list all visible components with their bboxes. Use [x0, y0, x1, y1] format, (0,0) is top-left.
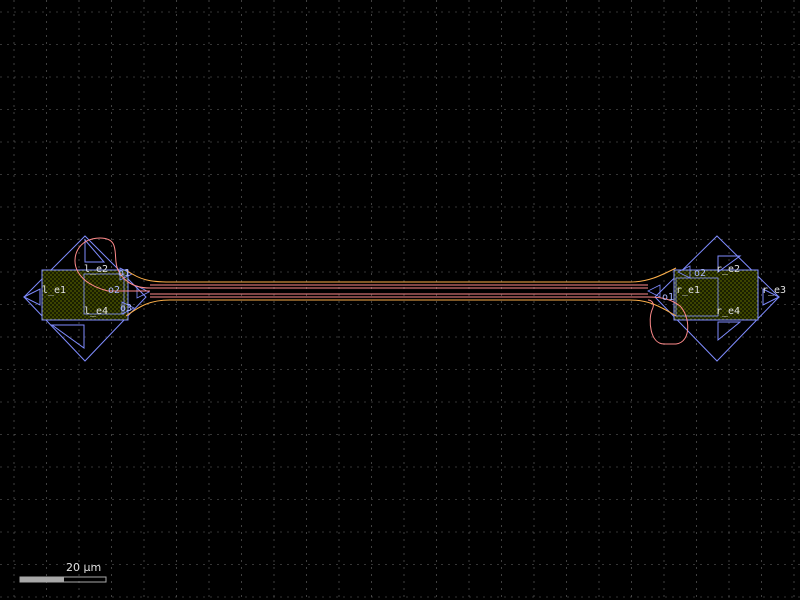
scale-bar: 20 µm	[19, 561, 107, 583]
label-right-o2: o2	[694, 268, 706, 279]
label-l-e2: l_e2	[84, 264, 108, 275]
scale-bar-label: 20 µm	[66, 561, 101, 574]
scale-bar-fill	[20, 577, 64, 582]
waveguide-orange-bottom[interactable]	[125, 299, 677, 317]
layout-canvas[interactable]: l_e1 l_e2 l_e4 o1 o2 o3 r_e2 r_e3 r_e4 r…	[0, 0, 800, 600]
label-left-o1: o1	[118, 268, 130, 279]
left-port-triangle-w	[22, 288, 41, 306]
label-left-o3: o3	[120, 303, 132, 314]
waveguide-orange-top[interactable]	[125, 267, 677, 283]
left-pad[interactable]	[22, 235, 150, 362]
left-port-triangle-nw	[84, 238, 106, 263]
label-r-e4: r_e4	[716, 306, 740, 317]
waveguide-bundle[interactable]	[74, 237, 689, 345]
label-l-e1: l_e1	[42, 285, 66, 296]
label-l-e4: l_e4	[84, 306, 108, 317]
label-right-o1: o1	[662, 292, 674, 303]
label-left-o2: o2	[108, 285, 120, 296]
right-port-triangle-o1	[647, 284, 661, 298]
label-r-e3: r_e3	[762, 285, 786, 296]
label-r-e2: r_e2	[716, 264, 740, 275]
label-r-e1: r_e1	[676, 285, 700, 296]
